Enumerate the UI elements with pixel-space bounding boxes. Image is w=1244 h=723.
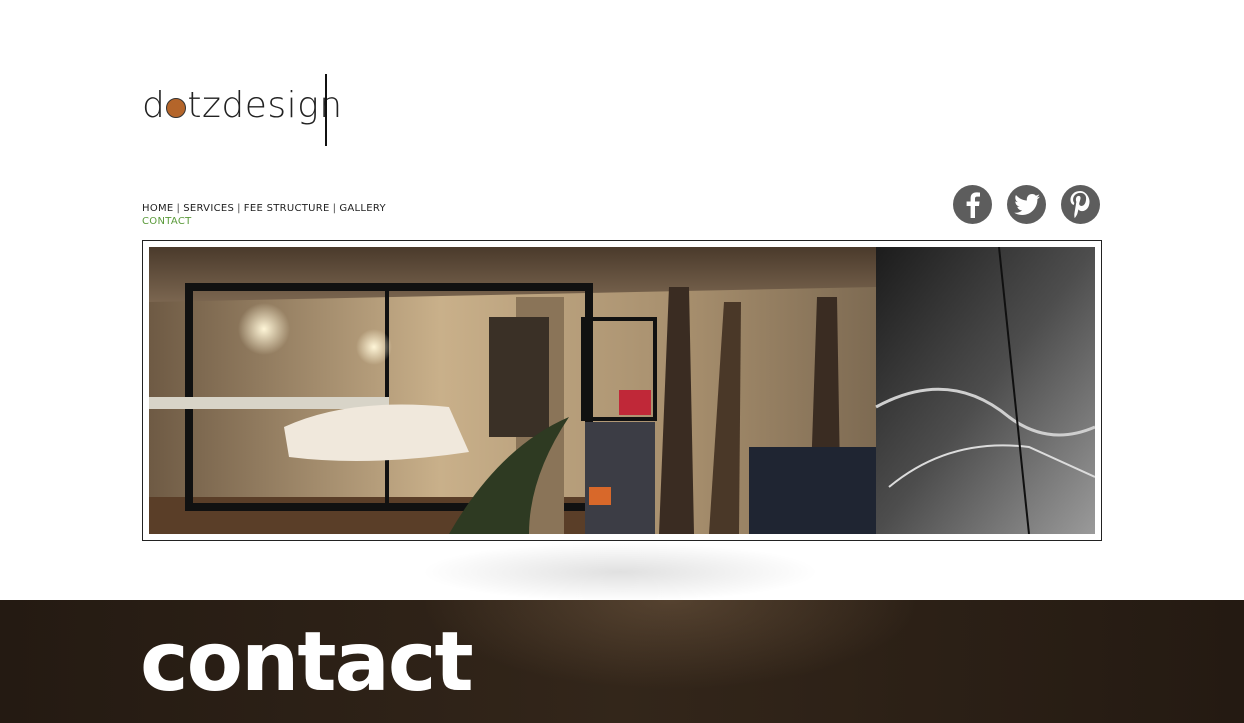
pinterest-icon[interactable] bbox=[1061, 185, 1100, 224]
footer-contact-heading: contact bbox=[140, 615, 474, 710]
hero-shadow bbox=[420, 542, 820, 602]
hero-image bbox=[149, 247, 1095, 534]
logo-divider bbox=[325, 74, 327, 146]
hero-banner-frame bbox=[142, 240, 1102, 541]
footer: contact bbox=[0, 600, 1244, 723]
nav-services[interactable]: SERVICES bbox=[183, 203, 234, 214]
nav-separator: | bbox=[237, 203, 241, 214]
nav-home[interactable]: HOME bbox=[142, 203, 174, 214]
main-nav: HOME | SERVICES | FEE STRUCTURE | GALLERY CONT… bbox=[142, 202, 386, 228]
nav-separator: | bbox=[332, 203, 337, 214]
footer-glow bbox=[420, 600, 920, 690]
site-logo[interactable]: d tzdesign bbox=[142, 88, 343, 124]
facebook-icon[interactable] bbox=[953, 185, 992, 224]
social-links bbox=[953, 185, 1100, 224]
nav-fee-structure[interactable]: FEE STRUCTURE bbox=[244, 203, 330, 214]
logo-dot-icon bbox=[166, 98, 187, 118]
logo-text-suffix: tzdesign bbox=[187, 85, 343, 126]
logo-text-prefix: d bbox=[142, 85, 166, 126]
twitter-icon[interactable] bbox=[1007, 185, 1046, 224]
nav-contact[interactable]: CONTACT bbox=[142, 215, 386, 228]
nav-gallery[interactable]: GALLERY bbox=[339, 203, 386, 214]
nav-separator: | bbox=[176, 203, 181, 214]
